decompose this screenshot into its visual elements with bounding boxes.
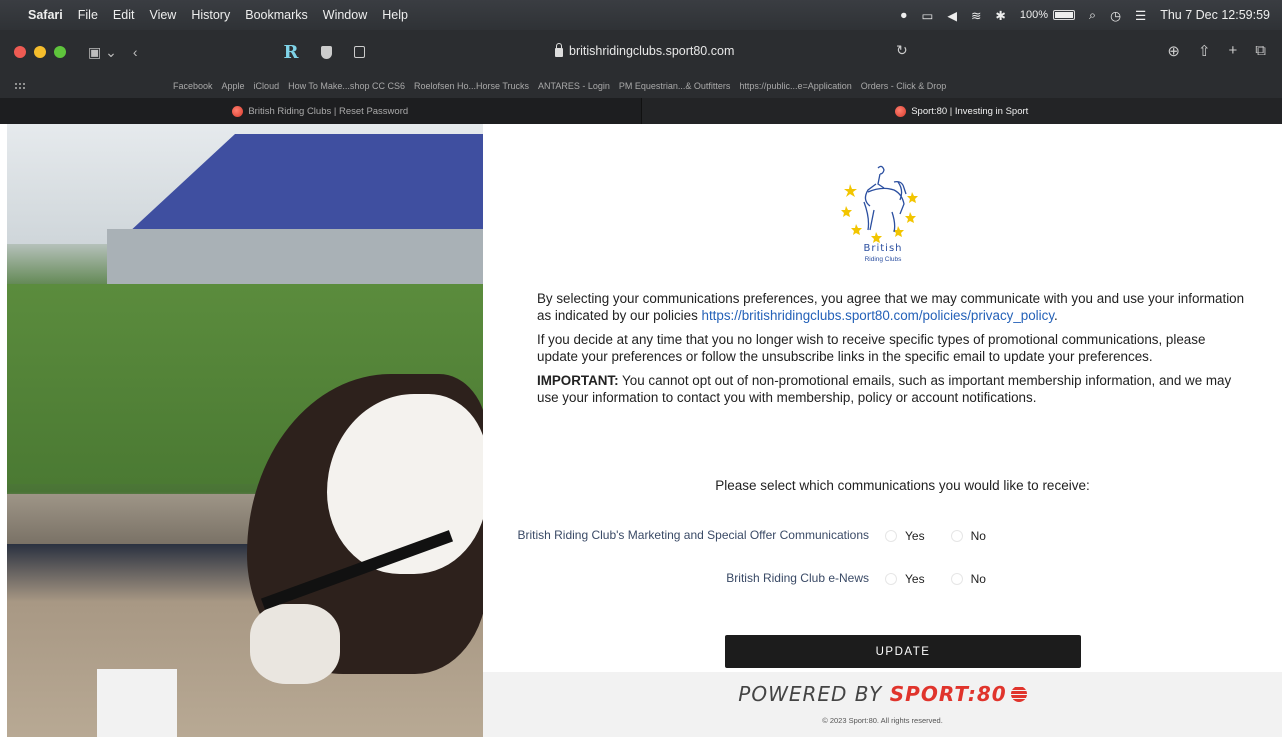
back-arrow-icon[interactable]: ‹ xyxy=(133,44,138,60)
favorite-link[interactable]: https://public...e=Application xyxy=(739,81,851,91)
tab-overview-icon[interactable]: ⧉ xyxy=(1255,42,1266,60)
favorite-link[interactable]: ANTARES - Login xyxy=(538,81,610,91)
browser-toolbar: ▣ ⌄ ‹ R britishridingclubs.sport80.com ↻… xyxy=(0,30,1282,74)
control-center-icon[interactable]: ☰ xyxy=(1135,8,1146,23)
powered-by-sport80[interactable]: POWERED BY SPORT:80 xyxy=(483,682,1282,706)
menu-edit[interactable]: Edit xyxy=(113,8,135,22)
favorite-link[interactable]: Roelofsen Ho...Horse Trucks xyxy=(414,81,529,91)
menu-safari[interactable]: Safari xyxy=(28,8,63,22)
yes-option-label[interactable]: Yes xyxy=(905,572,925,586)
menu-help[interactable]: Help xyxy=(382,8,408,22)
tab-bar: British Riding Clubs | Reset Password Sp… xyxy=(0,98,1282,124)
sidebar-toggle-icon[interactable]: ▣ ⌄ xyxy=(88,44,117,61)
favorite-link[interactable]: How To Make...shop CC CS6 xyxy=(288,81,405,91)
privacy-policy-link[interactable]: https://britishridingclubs.sport80.com/p… xyxy=(702,308,1055,323)
zoom-window-button[interactable] xyxy=(54,46,66,58)
policy-paragraph: By selecting your communications prefere… xyxy=(537,290,1247,324)
toolbar-right-actions: ⊕ ⇧ + ⧉ xyxy=(1167,42,1266,60)
marketing-no-radio[interactable] xyxy=(950,530,963,542)
privacy-shield-icon[interactable] xyxy=(320,45,332,59)
preference-label: British Riding Club's Marketing and Spec… xyxy=(517,528,869,542)
policy-text: By selecting your communications prefere… xyxy=(537,290,1247,413)
enews-yes-radio[interactable] xyxy=(885,573,897,585)
favorite-link[interactable]: Orders - Click & Drop xyxy=(861,81,947,91)
horse-photo xyxy=(7,124,483,737)
battery-icon xyxy=(1053,10,1076,20)
rider-emblem-icon xyxy=(841,165,918,243)
spotlight-search-icon[interactable]: ⌕ xyxy=(1089,8,1096,23)
powered-prefix: POWERED BY xyxy=(738,682,890,706)
address-bar[interactable]: britishridingclubs.sport80.com xyxy=(555,42,735,58)
sport80-favicon-icon xyxy=(232,105,244,117)
time-machine-icon[interactable]: ◷ xyxy=(1110,8,1121,23)
favorite-link[interactable]: iCloud xyxy=(254,81,280,91)
preferences-heading: Please select which communications you w… xyxy=(715,478,1090,493)
sport80-brand: SPORT:80 xyxy=(889,682,1007,706)
preferences-panel: British Riding Clubs By selecting your c… xyxy=(483,124,1282,737)
no-option-label[interactable]: No xyxy=(971,572,986,586)
menu-bookmarks[interactable]: Bookmarks xyxy=(245,8,308,22)
important-paragraph: IMPORTANT: You cannot opt out of non-pro… xyxy=(537,372,1247,406)
logo-wordmark: British xyxy=(863,243,903,254)
yes-option-label[interactable]: Yes xyxy=(905,529,925,543)
status-area: ● ▭ ◀︎ ≋ ✱ 100% ⌕ ◷ ☰ Thu 7 Dec 12:59:59 xyxy=(900,8,1270,23)
share-icon[interactable]: ⇧ xyxy=(1198,42,1211,60)
logo-subtitle: Riding Clubs xyxy=(864,256,902,263)
policy-period: . xyxy=(1054,308,1058,323)
lock-icon xyxy=(555,42,563,57)
menu-file[interactable]: File xyxy=(78,8,98,22)
marketing-preference-row: British Riding Club's Marketing and Spec… xyxy=(483,527,1282,544)
favorite-link[interactable]: Apple xyxy=(222,81,245,91)
menubar-clock[interactable]: Thu 7 Dec 12:59:59 xyxy=(1160,8,1270,22)
copyright-text: © 2023 Sport:80. All rights reserved. xyxy=(822,716,943,725)
reader-page-icon[interactable] xyxy=(353,46,365,58)
airplay-icon[interactable]: ▭ xyxy=(922,8,934,23)
extensions: R xyxy=(284,42,365,63)
extension-r-icon[interactable]: R xyxy=(284,42,299,63)
volume-icon[interactable]: ◀︎ xyxy=(947,8,957,23)
enews-no-radio[interactable] xyxy=(950,573,963,585)
reload-icon[interactable]: ↻ xyxy=(896,42,908,59)
address-url: britishridingclubs.sport80.com xyxy=(569,44,735,58)
preference-label: British Riding Club e-News xyxy=(726,571,869,585)
important-text: You cannot opt out of non-promotional em… xyxy=(537,373,1232,405)
tab-reset-password[interactable]: British Riding Clubs | Reset Password xyxy=(0,98,642,124)
british-riding-clubs-logo: British Riding Clubs xyxy=(838,162,928,272)
battery-indicator[interactable]: 100% xyxy=(1019,9,1076,21)
tab-title: British Riding Clubs | Reset Password xyxy=(248,105,409,117)
screen-record-icon[interactable]: ● xyxy=(900,8,908,22)
important-label: IMPORTANT: xyxy=(537,373,619,388)
close-window-button[interactable] xyxy=(14,46,26,58)
favorite-link[interactable]: PM Equestrian...& Outfitters xyxy=(619,81,731,91)
wifi-icon[interactable]: ≋ xyxy=(971,8,981,23)
sport80-favicon-icon xyxy=(895,105,907,117)
update-button[interactable]: UPDATE xyxy=(725,635,1081,668)
battery-percent: 100% xyxy=(1019,9,1049,21)
enews-preference-row: British Riding Club e-News Yes No xyxy=(483,570,1282,587)
bluetooth-icon[interactable]: ✱ xyxy=(995,8,1005,23)
menu-window[interactable]: Window xyxy=(323,8,367,22)
tab-title: Sport:80 | Investing in Sport xyxy=(911,105,1029,117)
unsubscribe-paragraph: If you decide at any time that you no lo… xyxy=(537,332,1206,364)
no-option-label[interactable]: No xyxy=(971,529,986,543)
marketing-yes-radio[interactable] xyxy=(885,530,897,542)
window-controls xyxy=(14,46,66,58)
sport80-ball-icon xyxy=(1010,686,1027,702)
menu-history[interactable]: History xyxy=(191,8,230,22)
footer: POWERED BY SPORT:80 © 2023 Sport:80. All… xyxy=(483,672,1282,737)
new-tab-icon[interactable]: + xyxy=(1229,42,1238,60)
favorites-grid-icon[interactable] xyxy=(14,81,25,91)
menu-view[interactable]: View xyxy=(149,8,176,22)
minimize-window-button[interactable] xyxy=(34,46,46,58)
macos-menu-bar: Safari File Edit View History Bookmarks … xyxy=(0,0,1282,30)
downloads-icon[interactable]: ⊕ xyxy=(1167,42,1180,60)
favorite-link[interactable]: Facebook xyxy=(173,81,213,91)
favorites-bar: Facebook Apple iCloud How To Make...shop… xyxy=(0,74,1282,98)
tab-sport80[interactable]: Sport:80 | Investing in Sport xyxy=(641,98,1282,124)
